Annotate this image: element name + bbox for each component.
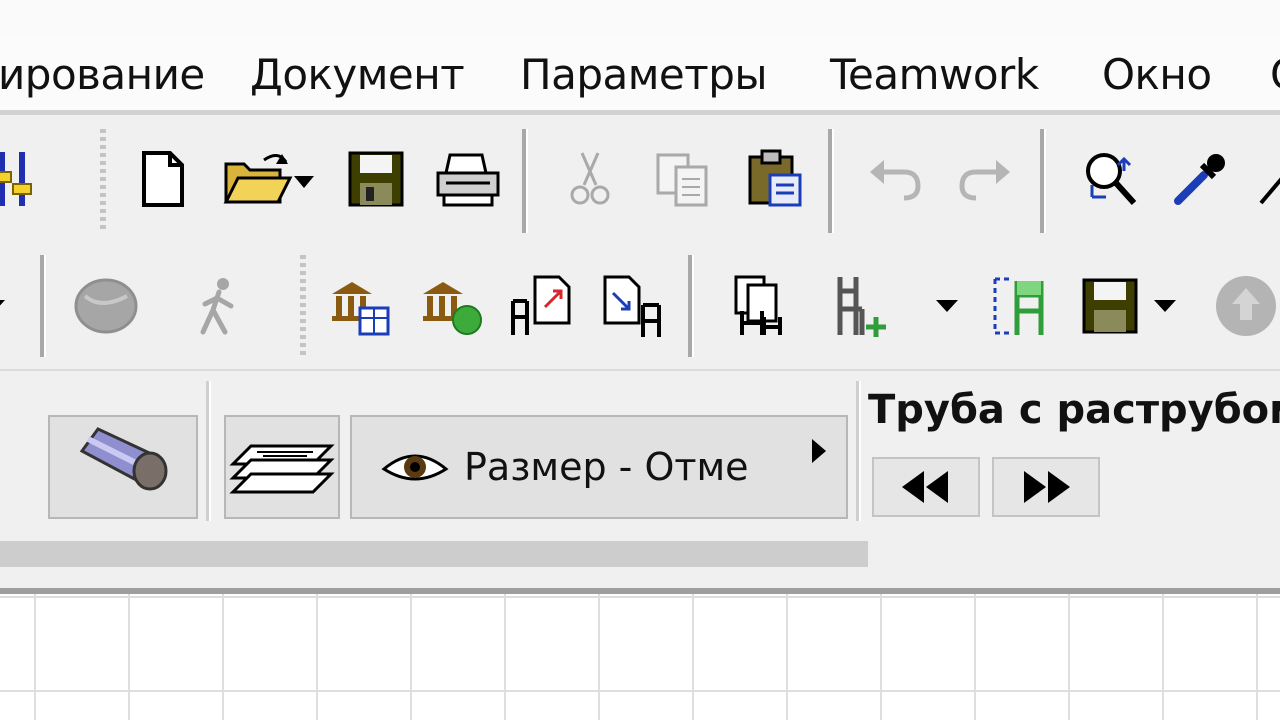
add-object-button[interactable]: [826, 243, 898, 369]
menu-item-options[interactable]: Параметры: [520, 50, 768, 99]
toolbar-separator: [1040, 129, 1046, 233]
toolbar-grip[interactable]: [100, 129, 106, 233]
layout-toolbar: [0, 243, 1280, 369]
undo-icon: [870, 160, 921, 201]
menu-item-teamwork[interactable]: Teamwork: [830, 50, 1039, 99]
pipe-icon: [79, 427, 168, 491]
chairs-copy-icon: [734, 275, 782, 335]
zoom-icon: [1086, 153, 1137, 206]
paste-icon: [748, 149, 802, 207]
walker-icon: [200, 278, 234, 335]
view-settings-label: Размер - Отме: [464, 445, 749, 489]
library-load-button[interactable]: [416, 243, 488, 369]
group-separator: [206, 381, 211, 521]
menu-item-window[interactable]: Окно: [1102, 50, 1212, 99]
new-button[interactable]: [126, 115, 198, 243]
export-object-button[interactable]: [506, 243, 578, 369]
library-settings-button[interactable]: [324, 243, 396, 369]
title-strip: [0, 0, 1280, 38]
save-view-button[interactable]: [1076, 243, 1186, 369]
toolbar-separator: [688, 255, 694, 357]
chair-import-icon: [603, 275, 661, 337]
previous-element-button[interactable]: [872, 457, 980, 517]
copy-button[interactable]: [646, 115, 718, 243]
globe-icon: [74, 278, 138, 334]
walk-button[interactable]: [182, 243, 254, 369]
layer-sliders-icon: [0, 152, 32, 206]
rewind-icon: [902, 471, 948, 503]
redo-icon: [959, 160, 1010, 201]
publish-button[interactable]: [1202, 243, 1280, 369]
open-folder-icon: [223, 154, 314, 204]
pencil-icon: [1259, 177, 1280, 205]
menu-item-editing[interactable]: ирование: [0, 50, 205, 99]
view-settings-button[interactable]: Размер - Отме: [350, 415, 848, 519]
import-object-button[interactable]: [598, 243, 670, 369]
toolbar-separator: [522, 129, 528, 233]
copy-icon: [656, 153, 708, 207]
paste-button[interactable]: [738, 115, 810, 243]
horizontal-scrollbar[interactable]: [0, 533, 1280, 575]
save-icon: [348, 151, 404, 207]
menu-item-help-partial[interactable]: С: [1270, 50, 1280, 99]
next-element-button[interactable]: [992, 457, 1100, 517]
drawing-canvas[interactable]: [0, 594, 1280, 720]
toolbar-separator: [40, 255, 46, 357]
scrollbar-thumb[interactable]: [0, 541, 868, 567]
select-object-button[interactable]: [986, 243, 1058, 369]
undo-button[interactable]: [858, 115, 930, 243]
partial-tool-button[interactable]: [1252, 115, 1280, 243]
element-title: Труба с раструбом: [868, 387, 1280, 433]
standard-toolbar: [0, 115, 1280, 243]
menu-item-document[interactable]: Документ: [250, 50, 465, 99]
fast-forward-icon: [1024, 471, 1070, 503]
chair-select-icon: [993, 277, 1044, 335]
toolbar-grip[interactable]: [300, 255, 306, 359]
eyedropper-button[interactable]: [1164, 115, 1236, 243]
new-document-icon: [142, 151, 184, 207]
zoom-button[interactable]: [1074, 115, 1146, 243]
layer-stack-icon: [229, 444, 335, 494]
object-copy-button[interactable]: [724, 243, 796, 369]
info-box: Размер - Отме Труба с раструбом: [0, 369, 1280, 533]
library-globe-icon: [423, 282, 482, 335]
print-button[interactable]: [432, 115, 504, 243]
chevron-down-icon: [0, 300, 5, 306]
submenu-arrow-icon: [812, 439, 826, 463]
save-icon: [1082, 278, 1176, 334]
redo-button[interactable]: [950, 115, 1022, 243]
layer-settings-button[interactable]: [0, 115, 58, 243]
save-button[interactable]: [340, 115, 412, 243]
cut-icon: [570, 152, 610, 205]
chair-add-icon: [837, 277, 886, 337]
menu-bar: ирование Документ Параметры Teamwork Окн…: [0, 38, 1280, 110]
library-table-icon: [332, 282, 390, 336]
eye-icon: [381, 454, 449, 481]
group-separator: [856, 381, 861, 521]
toolbar-separator: [828, 129, 834, 233]
layer-stack-button[interactable]: [224, 415, 340, 519]
chair-export-icon: [511, 275, 571, 335]
print-icon: [436, 153, 500, 207]
globe-arrow-icon: [1216, 276, 1276, 336]
add-object-dropdown[interactable]: [912, 243, 982, 369]
cut-button[interactable]: [554, 115, 626, 243]
eyedropper-icon: [1174, 154, 1225, 205]
chevron-down-icon: [936, 300, 958, 312]
3d-view-button[interactable]: [70, 243, 142, 369]
element-type-button[interactable]: [48, 415, 198, 519]
open-button[interactable]: [220, 115, 320, 243]
dropdown-arrow-button[interactable]: [0, 243, 24, 369]
